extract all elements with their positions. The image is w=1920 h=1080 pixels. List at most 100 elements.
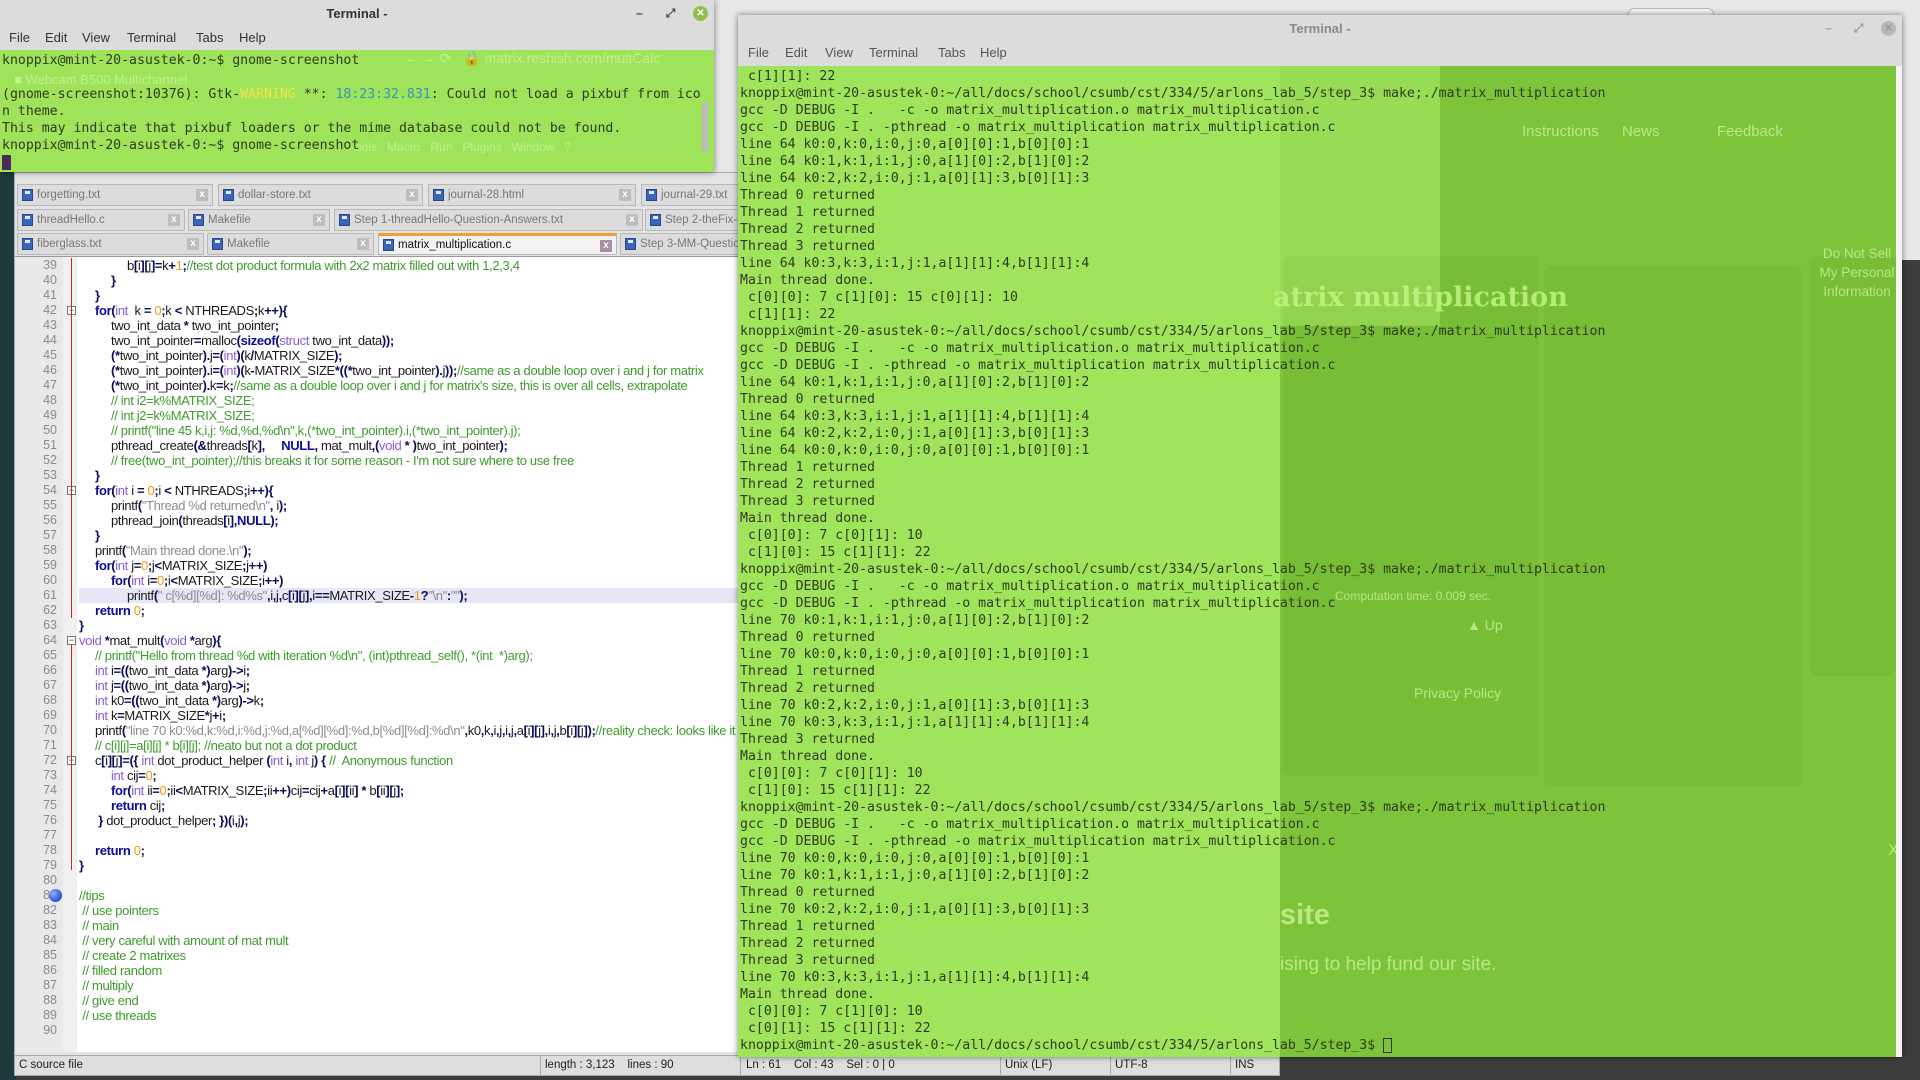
file-icon [650, 213, 661, 226]
editor-tab[interactable]: Makefile x [207, 233, 374, 255]
maximize-icon[interactable]: ⤢ [663, 6, 678, 21]
menu-item[interactable]: Tabs [938, 45, 965, 60]
terminal-text: line 64 k0:3,k:3,i:1,j:1,a[1][1]:4,b[1][… [740, 256, 1090, 271]
close-tab-icon[interactable]: x [168, 213, 180, 226]
tab-label: journal-28.html [448, 189, 525, 201]
fold-toggle-icon[interactable]: − [67, 636, 76, 645]
line-number: 42 [43, 303, 57, 317]
menu-item[interactable]: File [9, 30, 30, 45]
line-number: 47 [43, 378, 57, 392]
ghost-close-icon: X [1888, 842, 1896, 859]
editor-tab[interactable]: Step 1-threadHello-Question-Answers.txt x [334, 208, 643, 231]
menu-item[interactable]: Edit [45, 30, 67, 45]
close-icon[interactable]: ✕ [1881, 21, 1896, 36]
line-number: 72 [43, 753, 57, 767]
menu-item[interactable]: View [825, 45, 853, 60]
editor-tab[interactable]: dollar-store.txt x [218, 184, 423, 206]
line-number: 60 [43, 573, 57, 587]
close-tab-icon[interactable]: x [406, 189, 418, 201]
terminal-text: Thread 2 returned [740, 477, 875, 492]
terminal-line: knoppix@mint-20-asustek-0:~/all/docs/sch… [740, 323, 1605, 340]
terminal-text: line 64 k0:2,k:2,i:0,j:1,a[0][1]:3,b[0][… [740, 171, 1090, 186]
menu-item[interactable]: View [82, 30, 110, 45]
minimize-icon[interactable]: – [632, 6, 647, 21]
maximize-icon[interactable]: ⤢ [1851, 21, 1866, 36]
terminal-line: knoppix@mint-20-asustek-0:~/all/docs/sch… [740, 1037, 1393, 1054]
tab-label: Makefile [227, 238, 270, 250]
tab-label: Makefile [208, 213, 251, 226]
menu-item[interactable]: Terminal [869, 45, 918, 60]
terminal-line: line 64 k0:1,k:1,i:1,j:0,a[1][0]:2,b[1][… [740, 374, 1089, 391]
editor-tab[interactable]: fiberglass.txt x [17, 233, 204, 255]
close-icon[interactable]: ✕ [693, 6, 708, 21]
line-number: 66 [43, 663, 57, 677]
terminal-line: c[0][1]: 15 c[1][1]: 22 [740, 1020, 931, 1037]
status-encoding: UTF-8 [1115, 1059, 1148, 1071]
line-number: 54 [43, 483, 57, 497]
line-number: 71 [43, 738, 57, 752]
line-number: 68 [43, 693, 57, 707]
bookmark-marker-icon[interactable] [49, 889, 62, 902]
editor-tab[interactable]: threadHello.c x [17, 208, 185, 231]
terminal-text: gcc -D DEBUG -I . -c -o matrix_multiplic… [740, 103, 1320, 118]
line-number: 65 [43, 648, 57, 662]
ghost-browser-url: ← → ⟳ 🔒 matrix.reshish.com/multCalc [404, 50, 661, 66]
menu-item[interactable]: Help [239, 30, 266, 45]
terminal-text: Thread 2 returned [740, 222, 875, 237]
line-number: 83 [43, 918, 57, 932]
line-number: 89 [43, 1008, 57, 1022]
menu-item[interactable]: File [748, 45, 769, 60]
editor-tab[interactable]: journal-28.html x [428, 184, 636, 206]
terminal-line: gcc -D DEBUG -I . -c -o matrix_multiplic… [740, 578, 1320, 595]
status-separator [1000, 1056, 1001, 1076]
terminal-text: line 70 k0:1,k:1,i:1,j:0,a[1][0]:2,b[1][… [740, 868, 1090, 883]
terminal-text: Main thread done. [740, 749, 875, 764]
line-number: 48 [43, 393, 57, 407]
terminal-text: line 64 k0:1,k:1,i:1,j:0,a[1][0]:2,b[1][… [740, 375, 1090, 390]
line-number: 75 [43, 798, 57, 812]
status-length: length : 3,123 lines : 90 [545, 1059, 674, 1071]
terminal-text: (gnome-screenshot:10376): Gtk- [2, 87, 241, 102]
menu-item[interactable]: Help [980, 45, 1007, 60]
close-tab-icon[interactable]: x [196, 189, 208, 201]
terminal-screen[interactable]: ■ Webcam B500 Multichannel ← → ⟳ 🔒 matri… [0, 50, 714, 172]
line-number: 57 [43, 528, 57, 542]
close-tab-icon[interactable]: x [357, 238, 369, 250]
close-tab-icon[interactable]: x [619, 189, 631, 201]
titlebar: Terminal - – ⤢ ✕ [0, 0, 714, 27]
line-number: 76 [43, 813, 57, 827]
minimize-icon[interactable]: – [1821, 21, 1836, 36]
editor-tab[interactable]: matrix_multiplication.c x [378, 233, 617, 255]
scrollbar-track[interactable] [1896, 66, 1902, 1057]
terminal-line: line 70 k0:0,k:0,i:0,j:0,a[0][0]:1,b[0][… [740, 850, 1089, 867]
menu-item[interactable]: Edit [785, 45, 807, 60]
close-tab-icon[interactable]: x [626, 213, 638, 226]
editor-tab[interactable]: Makefile x [188, 208, 330, 231]
close-tab-icon[interactable]: x [313, 213, 325, 226]
ghost-nav-news: News [1622, 123, 1660, 140]
close-tab-icon[interactable]: x [600, 240, 612, 252]
editor-tab[interactable]: forgetting.txt x [17, 184, 213, 206]
line-number: 55 [43, 498, 57, 512]
terminal-text: line 64 k0:0,k:0,i:0,j:0,a[0][0]:1,b[0][… [740, 443, 1090, 458]
scrollbar-thumb[interactable] [702, 102, 708, 152]
terminal-line: Thread 2 returned [740, 935, 875, 952]
terminal-cursor-line [2, 154, 11, 171]
terminal-text: gcc -D DEBUG -I . -c -o matrix_multiplic… [740, 341, 1320, 356]
ghost-panel [1544, 266, 1802, 786]
tab-label: threadHello.c [37, 213, 105, 226]
terminal-line: line 64 k0:1,k:1,i:1,j:0,a[1][0]:2,b[1][… [740, 153, 1089, 170]
editor-status-bar: C source file length : 3,123 lines : 90 … [15, 1055, 1279, 1076]
line-number: 56 [43, 513, 57, 527]
terminal-screen[interactable]: Instructions News Feedback atrix multipl… [738, 66, 1896, 1057]
file-icon [22, 213, 33, 226]
menu-item[interactable]: Terminal [127, 30, 176, 45]
terminal-text: gcc -D DEBUG -I . -c -o matrix_multiplic… [740, 817, 1320, 832]
close-tab-icon[interactable]: x [187, 238, 199, 250]
file-icon [383, 239, 394, 251]
terminal-text: knoppix@mint-20-asustek-0:~/all/docs/sch… [740, 1038, 1384, 1053]
menu-item[interactable]: Tabs [196, 30, 223, 45]
terminal-line: knoppix@mint-20-asustek-0:~/all/docs/sch… [740, 799, 1605, 816]
file-icon [193, 213, 204, 226]
terminal-text: gcc -D DEBUG -I . -c -o matrix_multiplic… [740, 579, 1320, 594]
